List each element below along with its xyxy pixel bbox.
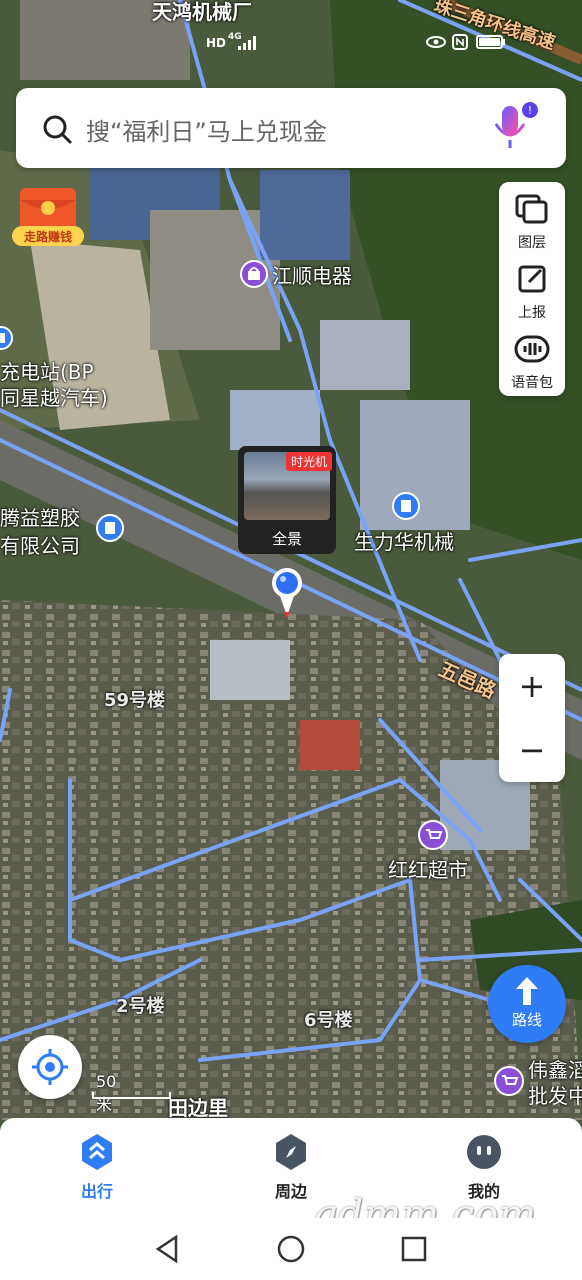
poi-label: 江顺电器	[272, 264, 352, 288]
building-icon	[392, 492, 420, 520]
street-view-panorama[interactable]: 时光机 全景	[238, 446, 336, 554]
label-bldg-2: 2号楼	[116, 996, 165, 1017]
report-label: 上报	[518, 305, 546, 321]
back-icon[interactable]	[154, 1234, 182, 1264]
profile-icon	[467, 1135, 501, 1169]
poi-label-line1: 充电站(BP	[0, 360, 94, 384]
poi-label-line2: 有限公司	[0, 534, 80, 558]
svg-text:!: !	[528, 104, 532, 117]
voice-pack-button[interactable]: 语音包	[499, 326, 565, 396]
label-top-factory: 天鸿机械厂	[152, 0, 252, 24]
search-bar[interactable]: 搜“福利日”马上兑现金 !	[16, 88, 566, 168]
shopping-bag-icon	[240, 260, 268, 288]
travel-icon	[82, 1134, 112, 1170]
label-bldg-59: 59号楼	[104, 690, 166, 711]
scale-line	[92, 1092, 171, 1099]
current-location-marker	[272, 568, 302, 618]
walk-earn-promo[interactable]: 走路赚钱	[12, 186, 84, 250]
label-bldg-6: 6号楼	[304, 1010, 353, 1031]
route-arrow-icon	[516, 977, 538, 1005]
locate-me-button[interactable]	[18, 1035, 82, 1099]
voice-pack-icon	[514, 335, 550, 363]
poi-jiangshun[interactable]: 江顺电器	[240, 260, 352, 292]
tab-label: 出行	[80, 1182, 113, 1201]
route-label: 路线	[511, 1011, 542, 1029]
poi-label-line1: 腾益塑胶	[0, 506, 80, 530]
poi-label-line2: 同星越汽车)	[0, 386, 108, 410]
poi-label: 生力华机械	[354, 530, 454, 554]
route-button[interactable]: 路线	[488, 965, 566, 1043]
panorama-caption: 全景	[271, 530, 302, 548]
zoom-out-button[interactable]: −	[499, 718, 565, 782]
report-edit-icon	[518, 265, 546, 293]
recents-icon[interactable]	[400, 1234, 428, 1264]
hd-indicator: HD	[206, 36, 227, 50]
layers-button[interactable]: 图层	[499, 186, 565, 256]
charging-station-icon	[0, 326, 13, 350]
zoom-in-button[interactable]: +	[499, 654, 565, 718]
nfc-icon	[452, 34, 468, 50]
compass-icon	[276, 1134, 306, 1170]
system-nav-bar	[0, 1218, 582, 1280]
map-tools-panel: 图层 上报 语音包	[499, 182, 565, 396]
crosshair-icon	[32, 1049, 68, 1085]
label-tianbianli: 田边里	[168, 1096, 228, 1120]
tab-travel[interactable]: 出行	[37, 1130, 157, 1210]
poi-label-line2: 批发中	[528, 1084, 582, 1108]
signal-icon	[238, 36, 256, 50]
time-machine-tag[interactable]: 时光机	[285, 452, 332, 471]
building-icon	[96, 514, 124, 542]
zoom-controls: + −	[499, 654, 565, 782]
shopping-cart-icon	[494, 1066, 524, 1096]
layers-icon	[515, 194, 548, 224]
poi-label: 红红超市	[388, 858, 468, 882]
eye-icon	[426, 36, 446, 48]
poi-label-line1: 伟鑫滔	[528, 1058, 582, 1082]
search-icon	[43, 115, 72, 144]
search-placeholder[interactable]: 搜“福利日”马上兑现金	[86, 112, 327, 147]
shopping-cart-icon	[418, 820, 448, 850]
layers-label: 图层	[518, 235, 546, 251]
home-icon[interactable]	[276, 1234, 306, 1264]
report-button[interactable]: 上报	[499, 256, 565, 326]
voice-pack-label: 语音包	[511, 375, 553, 391]
promo-label: 走路赚钱	[23, 230, 72, 244]
voice-input-icon[interactable]: !	[486, 102, 542, 154]
